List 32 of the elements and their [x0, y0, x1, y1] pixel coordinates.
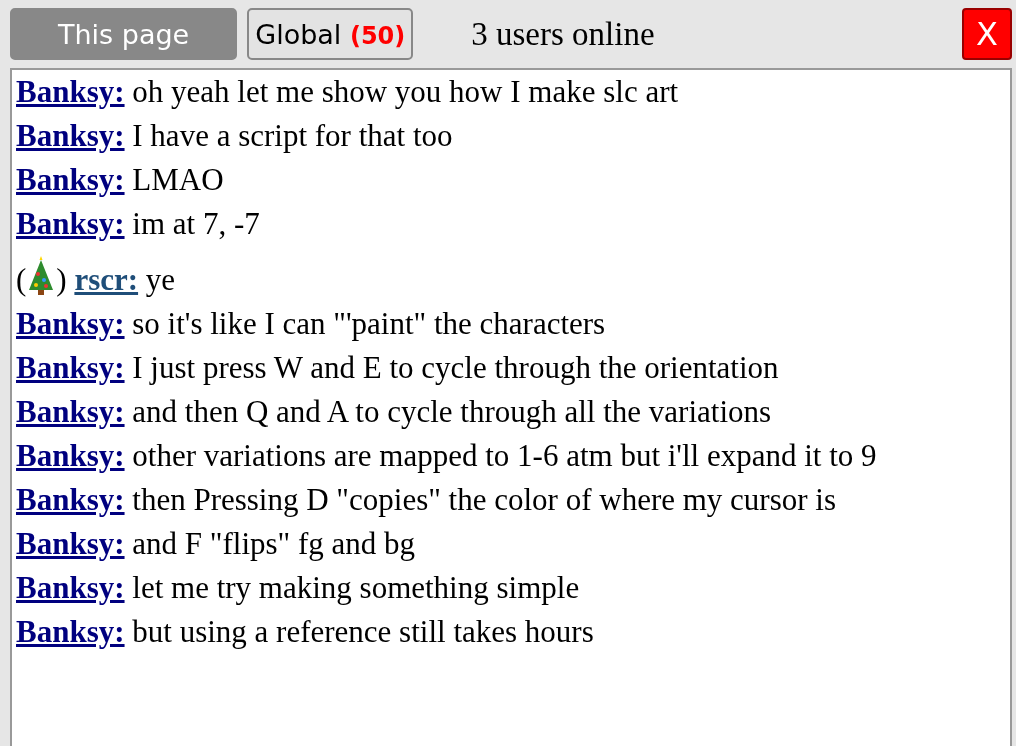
message-text: and then Q and A to cycle through all the variations [131, 394, 772, 429]
username-link[interactable]: Banksy: [16, 570, 125, 605]
username-link[interactable]: Banksy: [16, 614, 125, 649]
message-text: I have a script for that too [131, 118, 453, 153]
username-link[interactable]: Banksy: [16, 118, 125, 153]
message-text: other variations are mapped to 1-6 atm but i'll expand it to 9 [131, 438, 877, 473]
message-text: then Pressing D "copies" the color of where my cursor is [131, 482, 836, 517]
username-link[interactable]: Banksy: [16, 482, 125, 517]
username-link[interactable]: Banksy: [16, 162, 125, 197]
username-link[interactable]: Banksy: [16, 526, 125, 561]
username-link[interactable]: Banksy: [16, 438, 125, 473]
username-link[interactable]: Banksy: [16, 74, 125, 109]
chat-tab[interactable]: Global (50) [247, 8, 414, 60]
message-text: but using a reference still takes hours [131, 614, 594, 649]
badge-bracket: ( [16, 262, 27, 297]
message-text: let me try making something simple [131, 570, 580, 605]
username-link[interactable]: Banksy: [16, 306, 125, 341]
online-count: 3 users online [471, 15, 656, 53]
message-text: oh yeah let me show you how I make slc art [131, 74, 679, 109]
message-text: I just press W and E to cycle through the orientation [131, 350, 779, 385]
message-text: and F "flips" fg and bg [131, 526, 416, 561]
chat-tab[interactable]: This page [10, 8, 238, 60]
username-link[interactable]: Banksy: [16, 206, 125, 241]
badge-bracket: ) [56, 262, 67, 297]
username-link[interactable]: Banksy: [16, 350, 125, 385]
close-button[interactable]: X [962, 8, 1012, 60]
message-text: ye [144, 262, 176, 297]
username-link[interactable]: rscr: [74, 262, 139, 297]
username-link[interactable]: Banksy: [16, 394, 125, 429]
message-text: im at 7, -7 [131, 206, 260, 241]
message-text: LMAO [131, 162, 224, 197]
message-text: so it's like I can "'paint" the characters [131, 306, 606, 341]
